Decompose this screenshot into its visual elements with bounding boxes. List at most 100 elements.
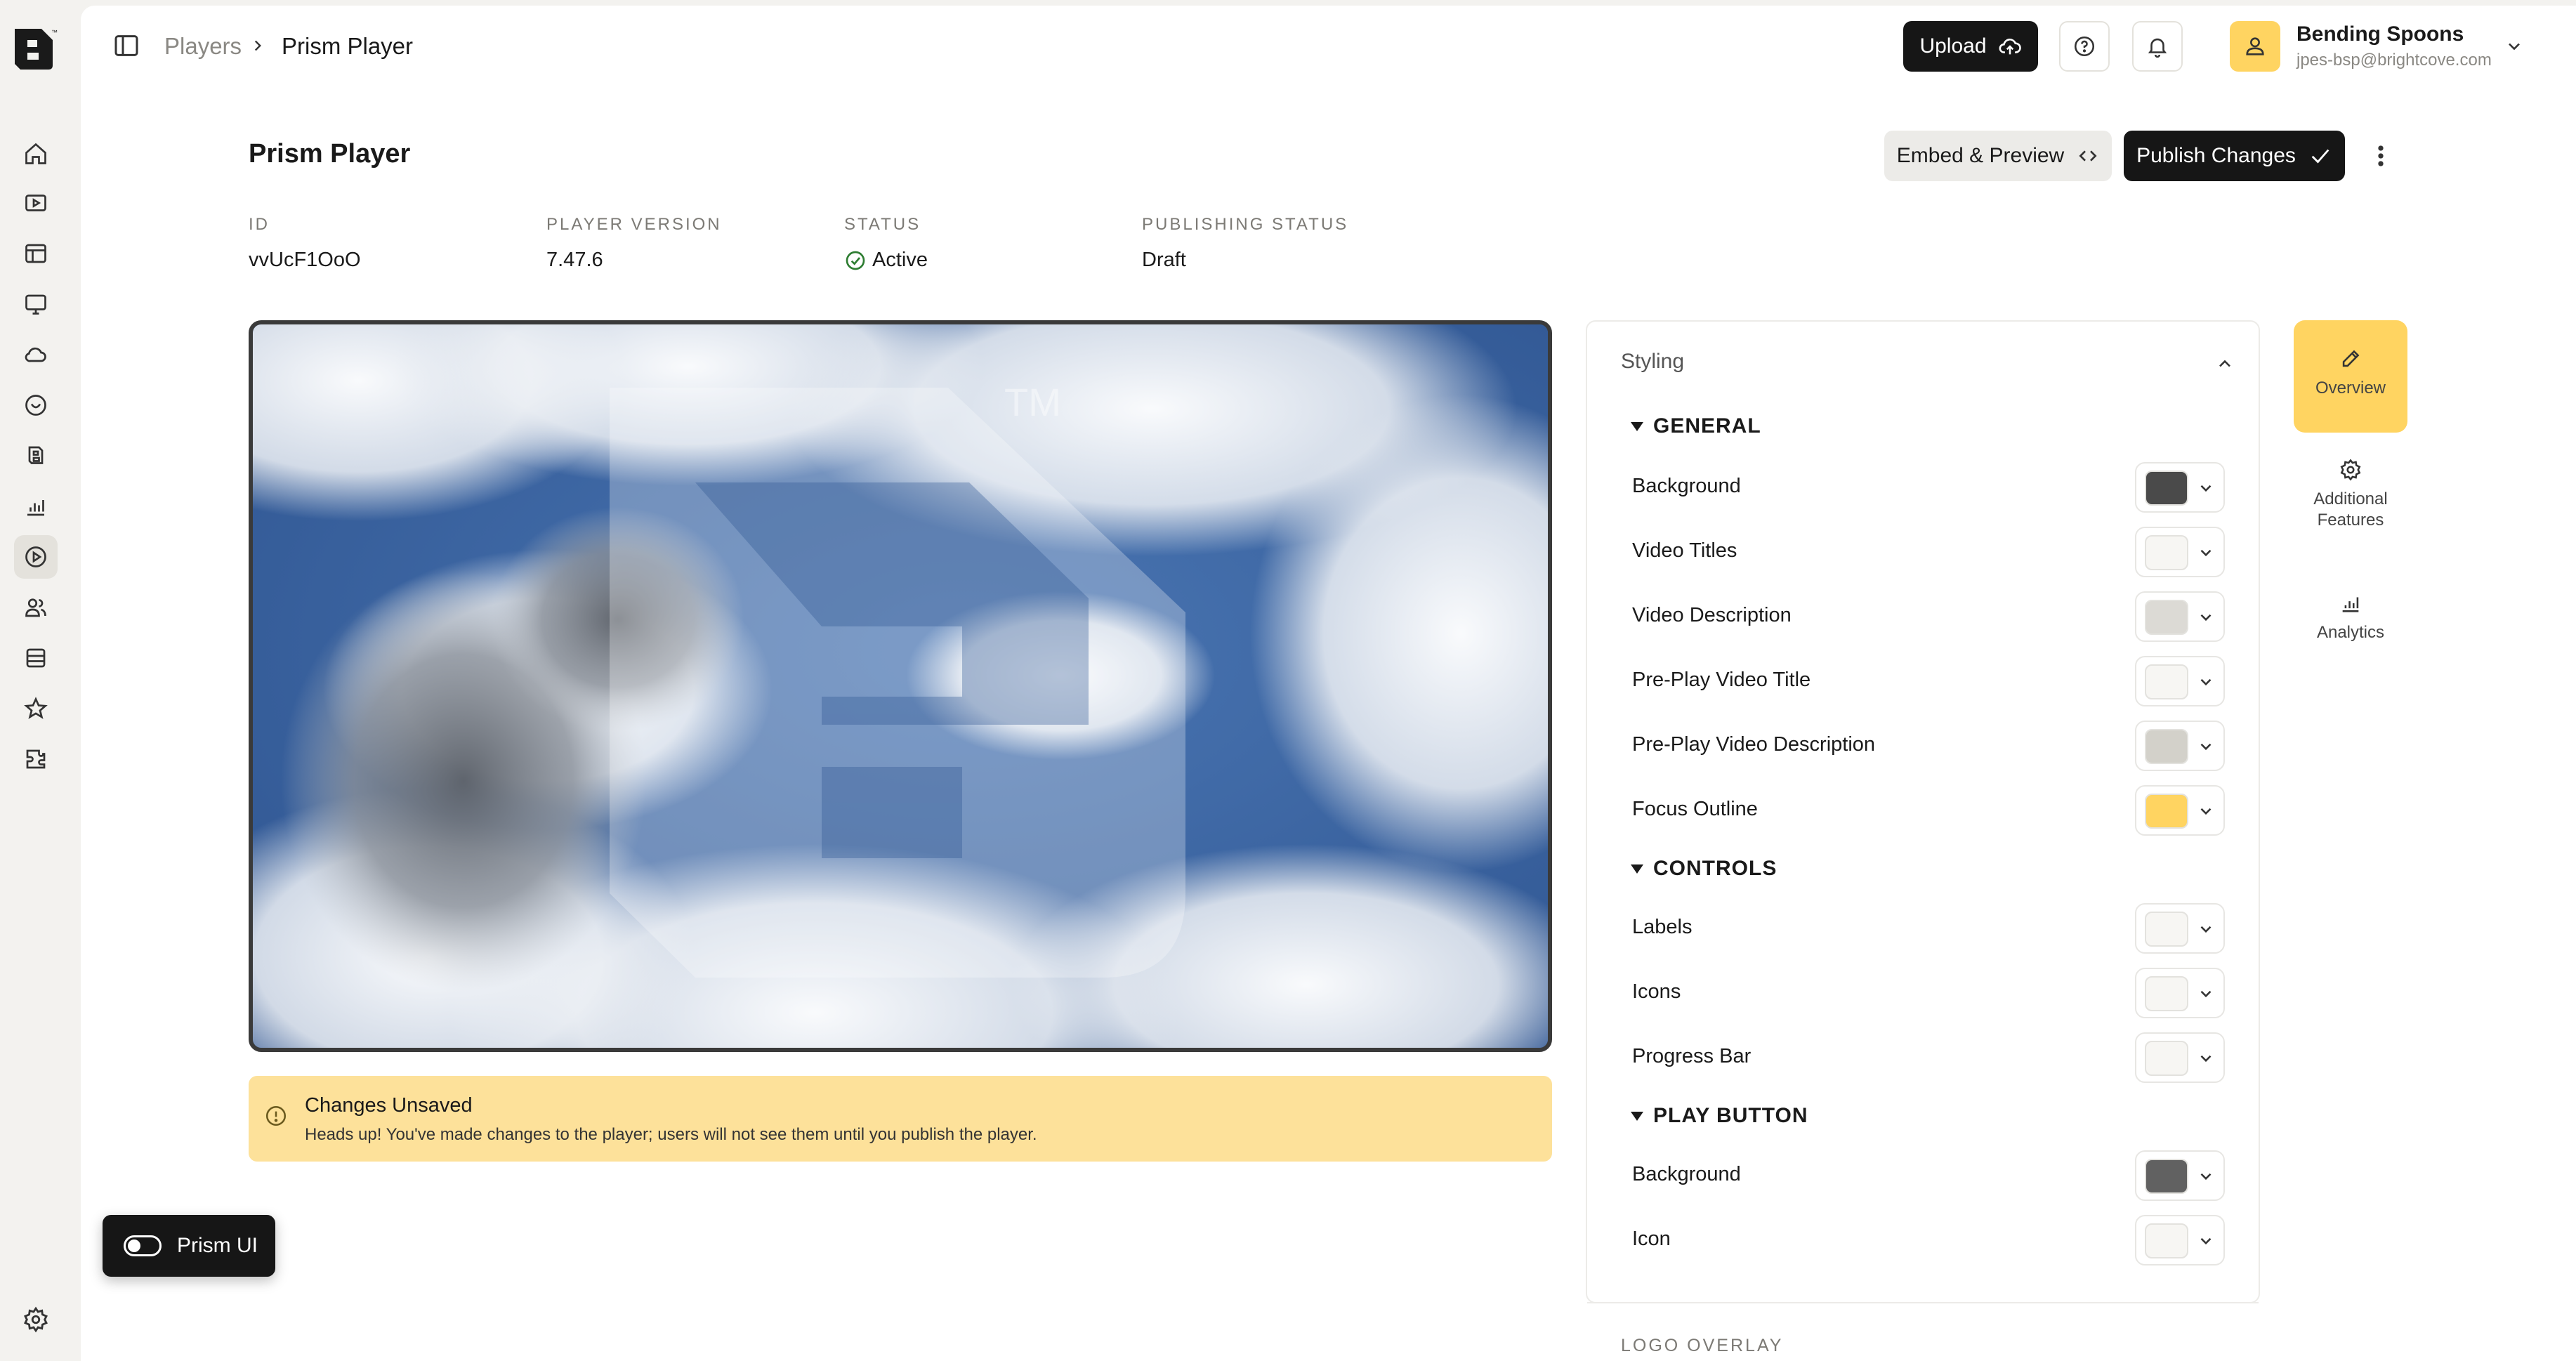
chevron-down-icon bbox=[2200, 678, 2212, 686]
code-icon bbox=[2079, 150, 2097, 162]
check-circle-icon bbox=[846, 251, 865, 270]
row-label: Background bbox=[1632, 1163, 1741, 1185]
caret-down-icon bbox=[1631, 1111, 1643, 1121]
breadcrumb-players[interactable]: Players bbox=[164, 31, 242, 62]
color-swatch bbox=[2145, 535, 2188, 570]
users-icon[interactable] bbox=[14, 586, 58, 629]
home-icon[interactable] bbox=[14, 132, 58, 176]
row-label: Video Titles bbox=[1632, 539, 1737, 562]
meta-version-value: 7.47.6 bbox=[546, 249, 603, 271]
cloud-icon[interactable] bbox=[14, 333, 58, 376]
row-label: Icons bbox=[1632, 980, 1681, 1003]
row-label: Pre-Play Video Title bbox=[1632, 669, 1811, 691]
left-nav-rail: ™ bbox=[0, 0, 81, 1361]
playlists-icon[interactable] bbox=[14, 232, 58, 275]
player-preview-image: TM bbox=[253, 324, 1548, 1048]
more-options-icon[interactable] bbox=[2368, 140, 2393, 171]
section-logo-overlay[interactable]: LOGO OVERLAY bbox=[1621, 1336, 1783, 1356]
tab-analytics-label: Analytics bbox=[2316, 623, 2385, 642]
breadcrumb-current: Prism Player bbox=[282, 33, 414, 59]
color-picker-play-icon[interactable] bbox=[2135, 1215, 2225, 1265]
avatar[interactable] bbox=[2230, 21, 2280, 72]
bar-chart-icon bbox=[2342, 597, 2359, 612]
engagement-icon[interactable] bbox=[14, 383, 58, 427]
help-button[interactable] bbox=[2059, 21, 2110, 72]
color-picker-icons[interactable] bbox=[2135, 968, 2225, 1018]
row-label: Focus Outline bbox=[1632, 798, 1758, 820]
sidebar-toggle-icon[interactable] bbox=[112, 32, 140, 60]
publish-changes-button[interactable]: Publish Changes bbox=[2124, 131, 2345, 181]
bell-icon bbox=[2148, 38, 2167, 58]
chevron-up-icon[interactable] bbox=[2215, 354, 2235, 374]
pencil-icon bbox=[2342, 350, 2360, 367]
user-name[interactable]: Bending Spoons bbox=[2296, 22, 2464, 46]
plugins-icon[interactable] bbox=[14, 737, 58, 781]
tab-overview[interactable]: Overview bbox=[2294, 320, 2407, 433]
meta-id-label: ID bbox=[249, 215, 270, 234]
upload-label: Upload bbox=[1919, 34, 1987, 58]
star-icon[interactable] bbox=[14, 687, 58, 730]
toggle-knob bbox=[128, 1240, 140, 1252]
meta-version-label: PLAYER VERSION bbox=[546, 215, 722, 234]
color-picker-preplay-title[interactable] bbox=[2135, 656, 2225, 706]
color-picker-video-description[interactable] bbox=[2135, 591, 2225, 642]
chevron-down-icon bbox=[2200, 743, 2212, 751]
analytics-icon[interactable] bbox=[14, 485, 58, 528]
color-swatch bbox=[2145, 1041, 2188, 1076]
color-picker-focus-outline[interactable] bbox=[2135, 785, 2225, 836]
chevron-down-icon bbox=[2200, 485, 2212, 492]
page-title: Prism Player bbox=[249, 139, 411, 169]
player-preview[interactable]: TM bbox=[249, 320, 1552, 1052]
meta-publishing-label: PUBLISHING STATUS bbox=[1142, 215, 1349, 234]
chevron-down-icon bbox=[2200, 549, 2212, 557]
row-label: Pre-Play Video Description bbox=[1632, 733, 1876, 756]
notifications-button[interactable] bbox=[2132, 21, 2183, 72]
media-icon[interactable] bbox=[14, 181, 58, 225]
divider bbox=[1587, 1302, 2259, 1303]
chevron-down-icon bbox=[2200, 990, 2212, 998]
caret-down-icon bbox=[1631, 421, 1643, 431]
info-circle-icon bbox=[265, 1105, 287, 1126]
tab-additional-features[interactable]: Additional Features bbox=[2294, 458, 2407, 531]
section-general[interactable]: GENERAL bbox=[1631, 414, 1761, 438]
storefront-icon[interactable] bbox=[14, 636, 58, 680]
chevron-down-icon bbox=[2200, 1237, 2212, 1245]
toggle-switch[interactable] bbox=[124, 1235, 162, 1256]
cloud-upload-icon bbox=[1999, 39, 2021, 55]
embed-preview-button[interactable]: Embed & Preview bbox=[1884, 131, 2112, 181]
alert-message: Heads up! You've made changes to the pla… bbox=[305, 1125, 1037, 1144]
tab-overview-label: Overview bbox=[2315, 379, 2386, 397]
user-email: jpes-bsp@brightcove.com bbox=[2296, 51, 2492, 70]
chevron-down-icon bbox=[2200, 1173, 2212, 1181]
unsaved-changes-alert: Changes Unsaved Heads up! You've made ch… bbox=[249, 1076, 1552, 1162]
color-picker-background[interactable] bbox=[2135, 462, 2225, 513]
breadcrumb-chevron-icon bbox=[254, 40, 261, 51]
players-icon[interactable] bbox=[14, 535, 58, 579]
svg-text:™: ™ bbox=[51, 29, 58, 36]
color-swatch bbox=[2145, 1159, 2188, 1194]
brightcove-logo[interactable]: ™ bbox=[11, 25, 60, 74]
live-icon[interactable] bbox=[14, 282, 58, 326]
upload-button[interactable]: Upload bbox=[1903, 21, 2038, 72]
chevron-down-icon bbox=[2200, 926, 2212, 933]
color-swatch bbox=[2145, 912, 2188, 947]
color-swatch bbox=[2145, 794, 2188, 829]
help-icon bbox=[2074, 36, 2095, 57]
color-picker-play-background[interactable] bbox=[2135, 1150, 2225, 1201]
color-picker-preplay-description[interactable] bbox=[2135, 721, 2225, 771]
color-swatch bbox=[2145, 976, 2188, 1011]
chevron-down-icon[interactable] bbox=[2504, 37, 2524, 56]
chevron-down-icon bbox=[2200, 1055, 2212, 1063]
meta-status-label: STATUS bbox=[844, 215, 921, 234]
section-controls[interactable]: CONTROLS bbox=[1631, 857, 1777, 881]
color-picker-labels[interactable] bbox=[2135, 903, 2225, 954]
tab-analytics[interactable]: Analytics bbox=[2294, 591, 2407, 643]
section-play-button[interactable]: PLAY BUTTON bbox=[1631, 1104, 1808, 1128]
brand-icon[interactable] bbox=[14, 434, 58, 478]
styling-panel-title[interactable]: Styling bbox=[1621, 350, 1684, 374]
color-picker-progress-bar[interactable] bbox=[2135, 1032, 2225, 1083]
prism-ui-toggle[interactable]: Prism UI bbox=[103, 1215, 275, 1277]
chevron-down-icon bbox=[2200, 808, 2212, 815]
color-picker-video-titles[interactable] bbox=[2135, 527, 2225, 577]
settings-gear-icon[interactable] bbox=[22, 1306, 49, 1333]
